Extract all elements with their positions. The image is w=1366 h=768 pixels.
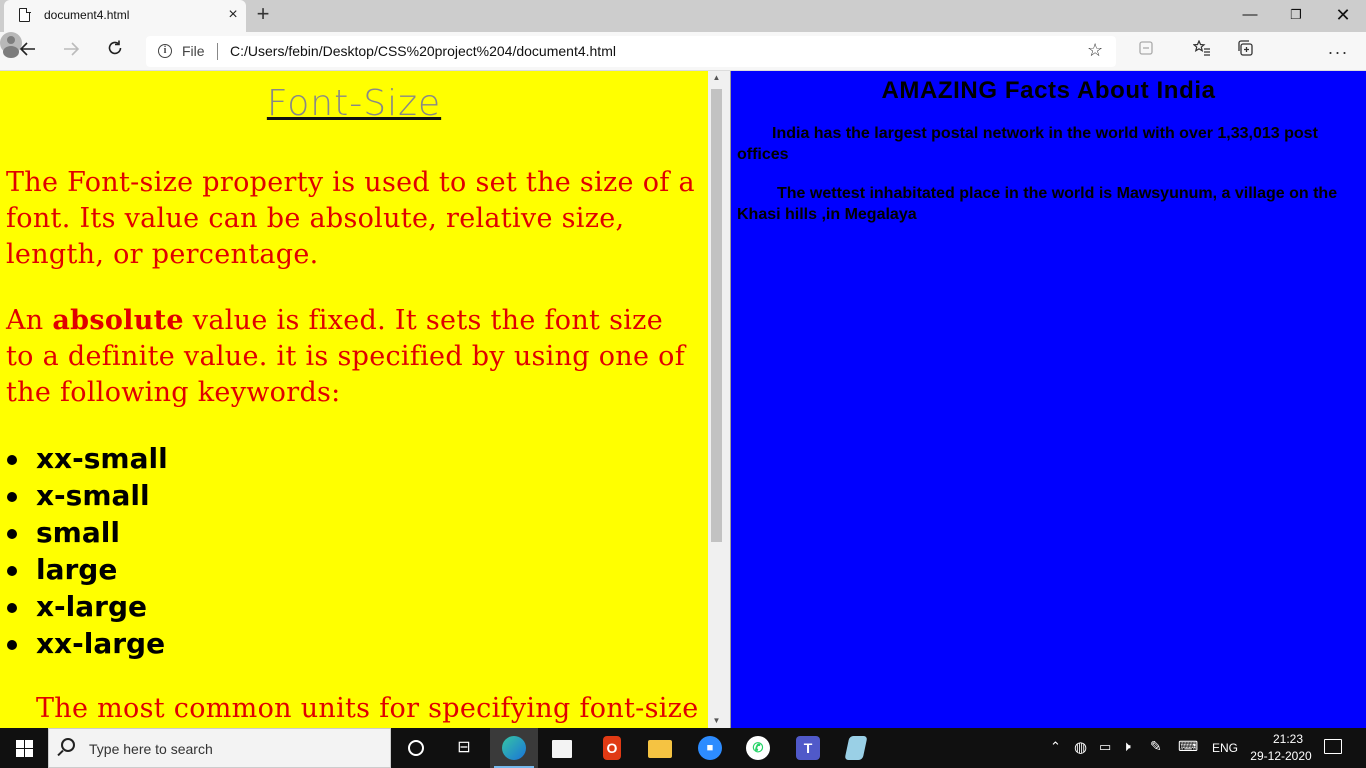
url-text[interactable]: C:/Users/febin/Desktop/CSS%20project%204… xyxy=(230,43,616,59)
refresh-icon[interactable] xyxy=(101,38,129,66)
absolute-value-description: An absolute value is fixed. It sets the … xyxy=(6,305,686,408)
windows-start-icon[interactable] xyxy=(0,728,48,768)
reading-view-icon[interactable] xyxy=(1133,39,1159,65)
absolute-keyword: absolute xyxy=(52,305,184,336)
restore-button[interactable]: ❐ xyxy=(1273,0,1319,30)
page-title: Font-Size xyxy=(266,83,442,124)
whatsapp-icon[interactable]: ✆ xyxy=(734,728,782,768)
document-icon xyxy=(19,7,31,22)
pen-icon[interactable]: ✎ xyxy=(1150,738,1162,755)
search-icon xyxy=(61,738,75,752)
list-item: x-small xyxy=(7,477,168,514)
facts-title: AMAZING Facts About India xyxy=(881,77,1216,104)
scroll-up-icon[interactable]: ▲ xyxy=(708,71,725,85)
taskbar: Type here to search ⊟ O ■ ✆ T ⌃ ◍ ▭ 🕨 ✎ … xyxy=(0,728,1366,768)
clock-time[interactable]: 21:23 xyxy=(1262,732,1314,746)
volume-icon[interactable]: 🕨 xyxy=(1122,738,1131,755)
minimize-button[interactable]: — xyxy=(1227,0,1273,30)
new-tab-button[interactable]: + xyxy=(251,3,275,27)
language-indicator[interactable]: ENG xyxy=(1212,741,1238,755)
tray-chevron-icon[interactable]: ⌃ xyxy=(1050,739,1061,755)
list-item: xx-large xyxy=(7,625,168,662)
address-separator xyxy=(217,43,218,60)
scroll-down-icon[interactable]: ▼ xyxy=(708,714,725,728)
tab-title: document4.html xyxy=(44,8,130,22)
collections-icon[interactable] xyxy=(1233,39,1259,65)
more-menu-icon[interactable]: ··· xyxy=(1325,39,1351,65)
tab-close-icon[interactable]: × xyxy=(223,5,243,25)
font-size-description: The Font-size property is used to set th… xyxy=(6,167,695,270)
notification-icon[interactable] xyxy=(1324,739,1342,754)
right-frame: AMAZING Facts About India India has the … xyxy=(731,71,1366,728)
office-icon[interactable]: O xyxy=(588,728,636,768)
keyword-list: xx-small x-small small large x-large xx-… xyxy=(7,440,168,662)
list-item: large xyxy=(7,551,168,588)
store-icon[interactable] xyxy=(538,728,586,768)
fact-paragraph: India has the largest postal network in … xyxy=(737,125,1318,163)
zoom-icon[interactable]: ■ xyxy=(686,728,734,768)
tab-strip: document4.html × + — ❐ ✕ xyxy=(0,0,1366,32)
clock-date[interactable]: 29-12-2020 xyxy=(1246,749,1316,763)
taskbar-search-input[interactable]: Type here to search xyxy=(48,728,391,768)
left-frame: Font-Size The Font-size property is used… xyxy=(0,71,708,728)
address-scheme-label: File xyxy=(182,43,205,59)
keyboard-icon[interactable]: ⌨ xyxy=(1178,738,1198,755)
info-icon[interactable]: i xyxy=(158,44,172,58)
favorites-icon[interactable] xyxy=(1189,39,1215,65)
forward-arrow-icon[interactable] xyxy=(57,38,85,66)
cortana-icon[interactable] xyxy=(392,728,440,768)
list-item: small xyxy=(7,514,168,551)
edge-icon[interactable] xyxy=(490,728,538,768)
task-view-icon[interactable]: ⊟ xyxy=(440,728,488,768)
list-item: xx-small xyxy=(7,442,168,475)
address-bar[interactable]: i File C:/Users/febin/Desktop/CSS%20proj… xyxy=(146,36,1116,67)
list-item: x-large xyxy=(7,588,168,625)
close-window-button[interactable]: ✕ xyxy=(1320,0,1366,30)
browser-tab[interactable]: document4.html × xyxy=(4,0,246,32)
search-placeholder: Type here to search xyxy=(89,741,213,757)
file-explorer-icon[interactable] xyxy=(636,728,684,768)
network-icon[interactable]: ◍ xyxy=(1074,738,1087,756)
teams-icon[interactable]: T xyxy=(784,728,832,768)
favorite-star-icon[interactable]: ☆ xyxy=(1087,40,1103,61)
scroll-thumb[interactable] xyxy=(711,89,722,542)
fact-paragraph: The wettest inhabitated place in the wor… xyxy=(737,185,1338,223)
units-description: The most common units for specifying fon… xyxy=(36,693,699,724)
battery-icon[interactable]: ▭ xyxy=(1099,739,1111,755)
notepad-app-icon[interactable] xyxy=(832,728,880,768)
vertical-scrollbar[interactable]: ▲ ▼ xyxy=(708,71,725,728)
browser-toolbar: i File C:/Users/febin/Desktop/CSS%20proj… xyxy=(0,32,1366,71)
